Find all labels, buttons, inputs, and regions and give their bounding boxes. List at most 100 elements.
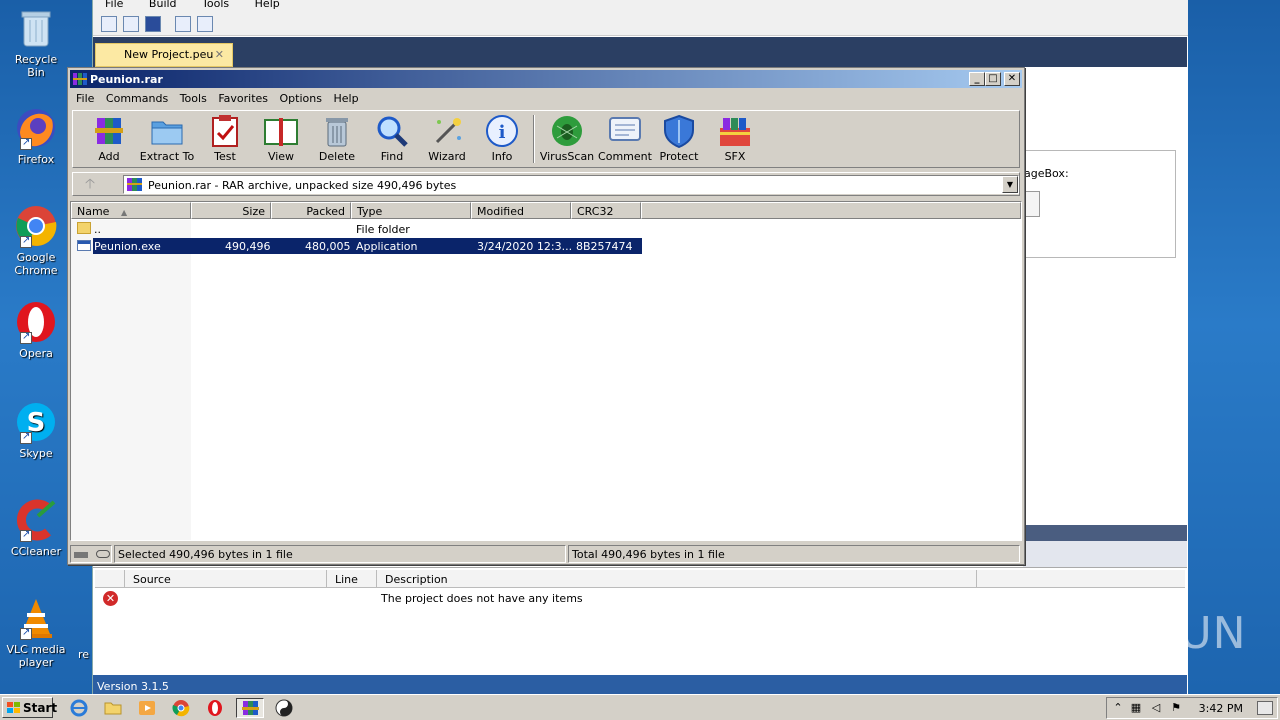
desktop-icon-label: Opera	[19, 347, 53, 360]
volume-icon[interactable]: ◁	[1149, 701, 1163, 715]
desktop-icon-opera[interactable]: Opera	[6, 300, 66, 360]
menu-favorites[interactable]: Favorites	[212, 90, 268, 105]
tab-new-project[interactable]: New Project.peu ✕	[95, 43, 233, 67]
menu-options[interactable]: Options	[274, 90, 322, 105]
archive-icon	[127, 178, 142, 191]
file-name: Peunion.exe	[94, 240, 161, 253]
bg-menu-file[interactable]: File	[105, 0, 123, 10]
show-desktop-button[interactable]	[1257, 701, 1273, 715]
toolbar-protect-button[interactable]: Protect	[651, 114, 707, 163]
ccleaner-icon	[14, 498, 58, 542]
taskbar-ie-icon[interactable]	[68, 698, 90, 718]
desktop-icon-skype[interactable]: S Skype	[6, 400, 66, 460]
bg-tab-strip: New Project.peu ✕	[93, 37, 1187, 67]
up-folder-icon[interactable]: 🡡	[85, 176, 101, 192]
desktop-icon-firefox[interactable]: Firefox	[6, 106, 66, 166]
taskbar-winrar-icon[interactable]	[236, 698, 264, 718]
toolbar-extract-button[interactable]: Extract To	[139, 114, 195, 163]
col-description[interactable]: Description	[377, 570, 977, 587]
toolbar-label: View	[267, 150, 295, 163]
toolbar-virusscan-button[interactable]: VirusScan	[539, 114, 595, 163]
menu-commands[interactable]: Commands	[100, 90, 168, 105]
col-icon	[95, 570, 125, 587]
minimize-button[interactable]: _	[969, 72, 985, 86]
taskbar-chrome-icon[interactable]	[170, 698, 192, 718]
file-row-peunion-exe[interactable]: Peunion.exe 490,496 480,005 Application …	[71, 238, 1021, 254]
skype-icon: S	[14, 400, 58, 444]
sort-ascending-icon: ▲	[120, 208, 128, 217]
anyrun-watermark: ANY RUN	[1040, 608, 1247, 659]
file-row-parent-folder[interactable]: .. File folder	[71, 221, 1021, 237]
new-project-icon[interactable]	[101, 15, 117, 32]
file-list-name-column-bg	[71, 220, 191, 540]
menu-tools[interactable]: Tools	[174, 90, 207, 105]
col-line[interactable]: Line	[327, 570, 377, 587]
error-message: The project does not have any items	[381, 592, 583, 605]
col-crc32[interactable]: CRC32	[571, 202, 641, 219]
close-button[interactable]: ✕	[1004, 72, 1020, 86]
status-drive-icons[interactable]	[70, 545, 112, 563]
error-list: Source Line Description ✕ The project do…	[93, 567, 1187, 675]
toolbar-find-button[interactable]: Find	[364, 114, 420, 163]
network-icon[interactable]: ▦	[1129, 701, 1143, 715]
winrar-titlebar[interactable]: Peunion.rar _ □ ✕	[70, 70, 1022, 88]
desktop-icon-recycle-bin[interactable]: Recycle Bin	[6, 6, 66, 79]
toolbar-comment-button[interactable]: Comment	[597, 114, 653, 163]
status-selected: Selected 490,496 bytes in 1 file	[114, 545, 566, 563]
build-icon[interactable]	[175, 15, 191, 32]
open-project-icon[interactable]	[123, 15, 139, 32]
desktop-icon-label: VLC media player	[6, 643, 66, 669]
col-name[interactable]: Name ▲	[71, 202, 191, 219]
bg-menu-build[interactable]: Build	[149, 0, 177, 10]
taskbar-media-player-icon[interactable]	[136, 698, 158, 718]
menu-help[interactable]: Help	[327, 90, 358, 105]
add-archive-icon	[91, 114, 127, 148]
chevron-down-icon[interactable]: ▼	[1002, 176, 1018, 193]
col-type[interactable]: Type	[351, 202, 471, 219]
toolbar-sfx-button[interactable]: SFX	[707, 114, 763, 163]
file-list: Name ▲ Size Packed Type Modified CRC32 .…	[70, 201, 1022, 541]
taskbar-pe-builder-icon[interactable]	[272, 698, 298, 718]
taskbar-explorer-icon[interactable]	[102, 698, 124, 718]
tab-close-icon[interactable]: ✕	[215, 48, 224, 61]
action-center-flag-icon[interactable]: ⚑	[1169, 701, 1183, 715]
start-button[interactable]: Start	[2, 697, 57, 718]
toolbar-add-button[interactable]: Add	[81, 114, 137, 163]
desktop-icon-vlc[interactable]: VLC media player	[6, 596, 66, 669]
col-size[interactable]: Size	[191, 202, 271, 219]
show-hidden-icons-chevron-icon[interactable]: ⌃	[1111, 701, 1125, 715]
system-tray: ⌃ ▦ ◁ ⚑ 3:42 PM	[1106, 697, 1278, 719]
trash-icon	[319, 114, 355, 148]
chrome-icon	[14, 204, 58, 248]
toolbar-delete-button[interactable]: Delete	[309, 114, 365, 163]
col-modified[interactable]: Modified	[471, 202, 571, 219]
toolbar-test-button[interactable]: Test	[197, 114, 253, 163]
error-row[interactable]: ✕ The project does not have any items	[93, 591, 1183, 609]
clock[interactable]: 3:42 PM	[1199, 702, 1243, 715]
save-icon[interactable]	[145, 15, 161, 32]
error-icon: ✕	[103, 591, 118, 606]
col-packed[interactable]: Packed	[271, 202, 351, 219]
maximize-button[interactable]: □	[985, 72, 1001, 86]
panel-label: ageBox:	[1024, 167, 1069, 180]
document-icon[interactable]	[197, 15, 213, 32]
toolbar-label: Wizard	[428, 150, 466, 163]
panel-button[interactable]	[1024, 191, 1040, 217]
bug-icon	[549, 114, 585, 148]
taskbar-opera-icon[interactable]	[204, 698, 226, 718]
bg-panel-header	[1023, 525, 1187, 541]
file-modified: 3/24/2020 12:3...	[477, 240, 573, 253]
desktop-icon-chrome[interactable]: Google Chrome	[6, 204, 66, 277]
desktop-icon-ccleaner[interactable]: CCleaner	[6, 498, 66, 558]
bg-menu-help[interactable]: Help	[255, 0, 280, 10]
bg-menu-tools[interactable]: Tools	[202, 0, 229, 10]
status-total: Total 490,496 bytes in 1 file	[568, 545, 1020, 563]
vlc-icon	[14, 596, 58, 640]
archive-path-combo[interactable]: Peunion.rar - RAR archive, unpacked size…	[123, 175, 1019, 194]
toolbar-info-button[interactable]: i Info	[474, 114, 530, 163]
toolbar-wizard-button[interactable]: Wizard	[419, 114, 475, 163]
toolbar-view-button[interactable]: View	[253, 114, 309, 163]
bg-menubar: File Build Tools Help	[93, 0, 1188, 12]
col-source[interactable]: Source	[125, 570, 327, 587]
menu-file[interactable]: File	[70, 90, 94, 105]
